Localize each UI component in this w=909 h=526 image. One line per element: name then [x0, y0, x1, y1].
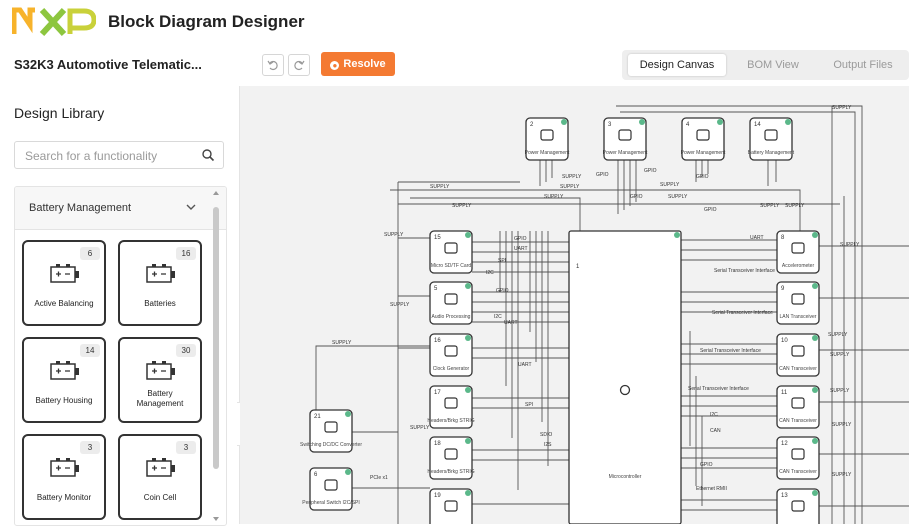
library-card-active-balancing[interactable]: 6 Active Balancing [22, 240, 106, 326]
top-block-3[interactable]: 3Power Management [603, 117, 648, 161]
search-input[interactable] [23, 146, 197, 166]
block-label: Switching DC/DC Converter [300, 442, 362, 448]
right-block-12[interactable]: 12 CAN Transceiver [776, 436, 820, 480]
resolve-button[interactable]: ● Resolve [321, 52, 395, 76]
block-label: Headers/Brkg STRIG [427, 469, 474, 475]
left-block-5[interactable]: 5Audio Processing [429, 281, 473, 325]
block-label: LAN Transceiver [780, 314, 817, 320]
block-label: Accelerometer [782, 263, 815, 269]
right-block-10[interactable]: 10 CAN Transceiver [776, 333, 820, 377]
redo-button[interactable] [288, 54, 310, 76]
card-count: 30 [176, 344, 196, 357]
block-number: 10 [781, 338, 788, 344]
microcontroller-block[interactable]: 1Microcontroller [568, 230, 682, 524]
block-label: Headers/Brkg STRIG [427, 418, 474, 424]
library-scroll-thumb[interactable] [213, 207, 219, 469]
card-label: Battery Housing [35, 396, 93, 405]
diagram-blocks: 1Microcontroller 2Power Management 3Power … [300, 117, 820, 524]
block-number: 13 [781, 493, 788, 499]
tab-bom-view[interactable]: BOM View [730, 54, 816, 76]
library-card-battery-housing[interactable]: 14 Battery Housing [22, 337, 106, 423]
block-number: 12 [781, 441, 788, 447]
library-card-coin-cell[interactable]: 3 Coin Cell [118, 434, 202, 520]
block-label: Clock Generator [433, 366, 470, 372]
toolbar: S32K3 Automotive Telematic... ● Resolve D… [0, 44, 909, 87]
undo-button[interactable] [262, 54, 284, 76]
card-count: 16 [176, 247, 196, 260]
battery-icon [50, 361, 79, 380]
left-block-16[interactable]: 16 Clock Generator [429, 333, 473, 377]
block-label: Peripheral Switch I2C/SPI [302, 500, 360, 506]
tab-output-files[interactable]: Output Files [820, 54, 906, 76]
view-tabs: Design Canvas BOM View Output Files [622, 50, 909, 80]
undo-icon [267, 60, 278, 71]
right-block-11[interactable]: 11 CAN Transceiver [776, 385, 820, 429]
block-label: CAN Transceiver [779, 469, 817, 475]
card-count: 3 [176, 441, 196, 454]
right-block-13[interactable]: 13 [776, 488, 820, 524]
block-number: 14 [754, 122, 761, 128]
battery-icon [146, 264, 175, 283]
category-title: Battery Management [29, 202, 132, 214]
battery-icon [50, 458, 79, 477]
card-label: Battery Management [136, 389, 184, 408]
chevron-down-icon[interactable] [185, 201, 197, 213]
block-label: CAN Transceiver [779, 366, 817, 372]
card-label: Batteries [144, 299, 176, 308]
library-card-battery-monitor[interactable]: 3 Battery Monitor [22, 434, 106, 520]
card-count: 3 [80, 441, 100, 454]
block-label: Power Management [681, 150, 726, 156]
card-label: Active Balancing [34, 299, 94, 308]
design-canvas[interactable]: SUPPLY SUPPLY SUPPLY SUPPLY SUPPLY SUPPLY SUPP… [240, 86, 909, 524]
card-label: Battery Monitor [36, 493, 92, 502]
block-label: Microcontroller [609, 474, 642, 480]
block-label: Audio Processing [432, 314, 471, 320]
far-left-block-21[interactable]: 21 Switching DC/DC Converter [300, 409, 362, 453]
category-header[interactable]: Battery Management [15, 187, 226, 230]
battery-icon [146, 361, 175, 380]
redo-icon [294, 60, 305, 71]
library-card-batteries[interactable]: 16 Batteries [118, 240, 202, 326]
left-block-17[interactable]: 17 Headers/Brkg STRIG [427, 385, 475, 429]
far-left-block-6[interactable]: 6Peripheral Switch I2C/SPI [302, 467, 360, 511]
app-title: Block Diagram Designer [108, 12, 305, 31]
design-library-sidebar: Design Library Battery Management 6 Acti… [0, 86, 240, 526]
block-number: 18 [434, 441, 441, 447]
top-block-2[interactable]: 2Power Management [525, 117, 570, 161]
search-icon[interactable] [201, 148, 215, 162]
battery-icon [50, 264, 79, 283]
block-label: Battery Management [748, 150, 795, 156]
block-number: 19 [434, 493, 441, 499]
top-block-4[interactable]: 4Power Management [681, 117, 726, 161]
library-card-battery-management[interactable]: 30 Battery Management [118, 337, 202, 423]
block-label: CAN Transceiver [779, 418, 817, 424]
design-library-title: Design Library [14, 105, 105, 121]
card-count: 6 [80, 247, 100, 260]
category-panel: Battery Management 6 Active Balancing 16… [14, 186, 227, 526]
right-block-9[interactable]: 9LAN Transceiver [776, 281, 820, 325]
block-number: 17 [434, 390, 441, 396]
battery-icon [146, 458, 175, 477]
block-number: 15 [434, 235, 441, 241]
left-block-19[interactable]: 19 [429, 488, 473, 524]
top-block-14[interactable]: 14 Battery Management [748, 117, 795, 161]
resolve-icon: ● [330, 61, 340, 70]
block-label: Micro SD/TF Card [431, 263, 472, 269]
block-number: 11 [781, 390, 788, 396]
card-label: Coin Cell [143, 493, 177, 502]
nxp-logo [12, 7, 96, 37]
card-count: 14 [80, 344, 100, 357]
block-label: Power Management [525, 150, 570, 156]
left-block-18[interactable]: 18 Headers/Brkg STRIG [427, 436, 475, 480]
search-box [14, 141, 224, 169]
tab-design-canvas[interactable]: Design Canvas [628, 54, 726, 76]
block-label: Power Management [603, 150, 648, 156]
block-number: 16 [434, 338, 441, 344]
right-block-8[interactable]: 8Accelerometer [776, 230, 820, 274]
project-title[interactable]: S32K3 Automotive Telematic... [14, 57, 202, 72]
app-header: Block Diagram Designer [0, 0, 909, 45]
block-number: 21 [314, 414, 321, 420]
left-block-15[interactable]: 15 Micro SD/TF Card [429, 230, 473, 274]
